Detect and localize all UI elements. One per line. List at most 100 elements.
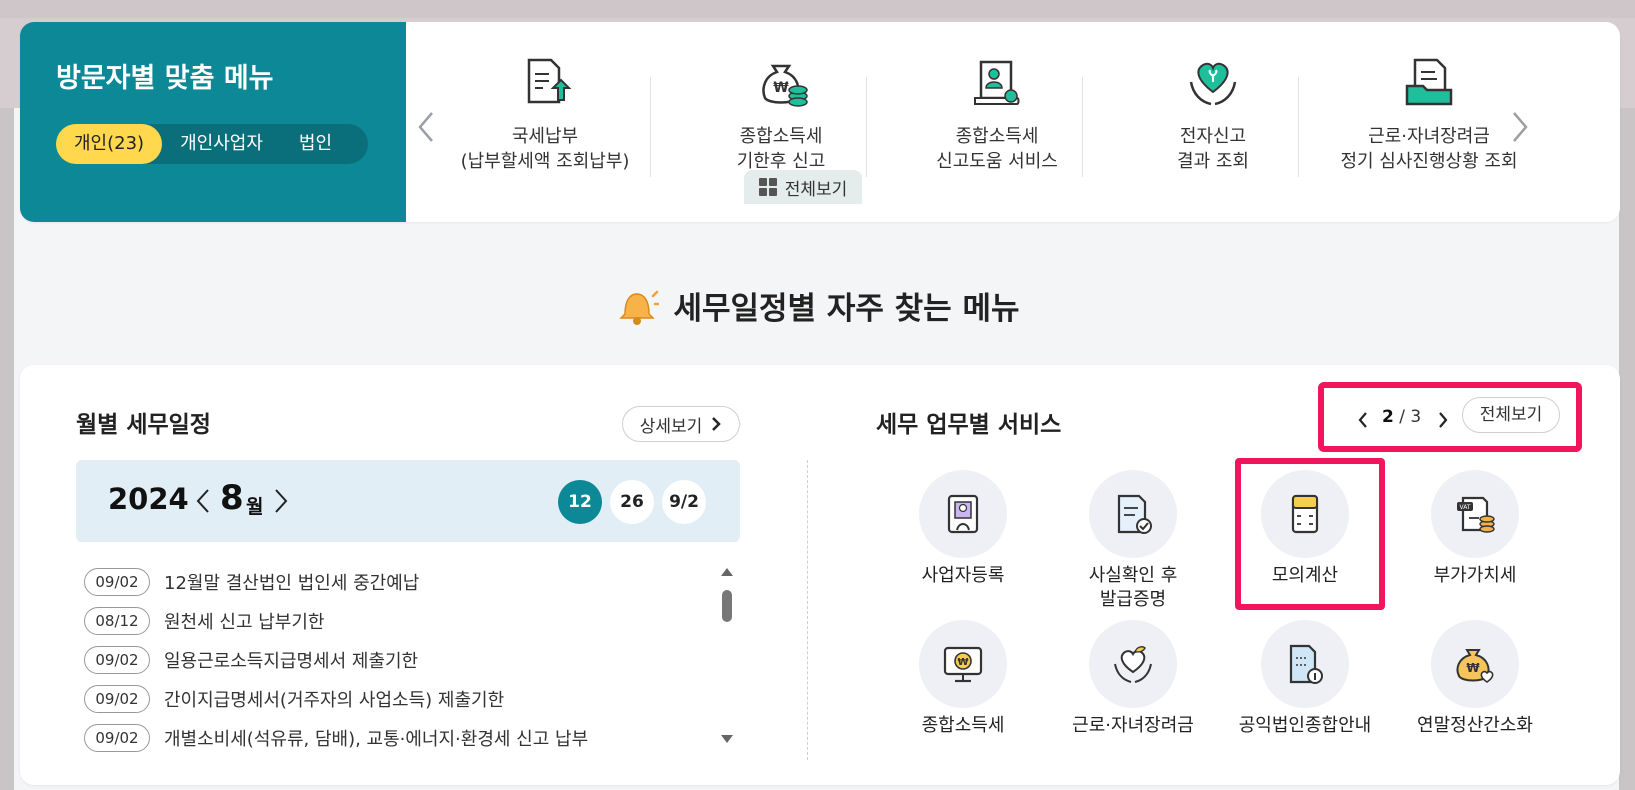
schedule-item[interactable]: 09/02 개별소비세(석유류, 담배), 교통·에너지·환경세 신고 납부 [84, 718, 724, 757]
svg-text:₩: ₩ [773, 80, 789, 96]
service-label: 부가가치세 [1433, 565, 1517, 586]
schedule-scrollbar[interactable] [720, 568, 734, 743]
monthly-schedule-title: 월별 세무일정 [76, 412, 211, 438]
schedule-date: 09/02 [84, 723, 150, 752]
quick-item-line2: 정기 심사진행상황 조회 [1340, 151, 1518, 172]
services-pager: 2 / 3 전체보기 [1318, 382, 1582, 452]
quick-item-line1: 근로·자녀장려금 [1368, 126, 1490, 147]
highlight-box-mock-calculation [1235, 458, 1385, 610]
schedule-date: 09/02 [84, 567, 150, 596]
svg-text:₩: ₩ [1466, 661, 1480, 675]
schedule-text: 일용근로소득지급명세서 제출기한 [164, 650, 419, 672]
year-label: 2024 [108, 482, 189, 516]
certificate-check-icon [1117, 494, 1152, 534]
scroll-up-icon[interactable] [721, 568, 733, 576]
document-upload-icon [527, 58, 572, 104]
quick-item-line1: 전자신고 [1179, 126, 1247, 147]
tab-individual[interactable]: 개인(23) [56, 124, 163, 164]
page-indicator: 2 / 3 [1382, 407, 1421, 427]
grid-icon [758, 178, 777, 196]
detail-view-label: 상세보기 [639, 416, 703, 437]
quick-item-line2: 신고도움 서비스 [936, 151, 1058, 172]
scroll-down-icon[interactable] [721, 735, 733, 743]
bell-icon [619, 290, 660, 325]
tab-sole-proprietor[interactable]: 개인사업자 [162, 124, 281, 164]
service-label-line2: 발급증명 [1099, 589, 1167, 610]
service-label: 연말정산간소화 [1417, 715, 1533, 736]
day-chip-9-2[interactable]: 9/2 [662, 480, 706, 524]
tab-corporation[interactable]: 법인 [281, 124, 350, 164]
schedule-item[interactable]: 09/02 일용근로소득지급명세서 제출기한 [84, 640, 724, 679]
services-title: 세무 업무별 서비스 [876, 412, 1062, 438]
quick-item-tax-payment[interactable]: 국세납부 (납부할세액 조회납부) [432, 52, 658, 202]
service-vat[interactable]: VAT 부가가치세 [1400, 470, 1550, 588]
services-next-button[interactable] [1436, 410, 1450, 430]
service-incentive[interactable]: 근로·자녀장려금 [1058, 620, 1208, 738]
quick-item-e-filing-result[interactable]: 전자신고결과 조회 [1100, 52, 1326, 202]
chevron-right-icon [712, 417, 722, 431]
schedule-text: 개별소비세(석유류, 담배), 교통·에너지·환경세 신고 납부 [164, 728, 589, 750]
heart-hands-icon [1189, 62, 1237, 106]
section-title: 세무일정별 자주 찾는 메뉴 [673, 291, 1020, 327]
schedule-date: 09/02 [84, 684, 150, 713]
services-prev-button[interactable] [1356, 410, 1370, 430]
heart-sprout-hands-icon [1114, 646, 1152, 683]
svg-text:₩: ₩ [957, 657, 968, 668]
service-label: 공익법인종합안내 [1238, 715, 1372, 736]
page-total: 3 [1410, 407, 1422, 427]
quick-item-line2: 결과 조회 [1177, 151, 1249, 172]
service-label: 종합소득세 [921, 715, 1005, 736]
section-heading: 세무일정별 자주 찾는 메뉴 [0, 283, 1635, 328]
certificate-scroll-icon [974, 60, 1020, 105]
divider [1298, 77, 1299, 177]
folder-document-icon [1405, 58, 1453, 106]
month-unit: 월 [246, 496, 264, 518]
schedule-item[interactable]: 09/02 간이지급명세서(거주자의 사업소득) 제출기한 [84, 679, 724, 718]
quick-item-line1: 종합소득세 [955, 126, 1039, 147]
service-public-corp-guide[interactable]: 공익법인종합안내 [1230, 620, 1380, 738]
service-business-registration[interactable]: 사업자등록 [888, 470, 1038, 588]
service-global-income-tax[interactable]: ₩ 종합소득세 [888, 620, 1038, 738]
schedule-text: 간이지급명세서(거주자의 사업소득) 제출기한 [164, 689, 505, 711]
svg-text:VAT: VAT [1459, 504, 1470, 511]
services-view-all-button[interactable]: 전체보기 [1462, 397, 1560, 433]
quick-item-filing-help[interactable]: 종합소득세신고도움 서비스 [884, 52, 1110, 202]
day-chip-26[interactable]: 26 [610, 480, 654, 524]
service-year-end-settlement[interactable]: ₩ 연말정산간소화 [1400, 620, 1550, 738]
divider [1082, 77, 1083, 177]
quick-menu-view-all-tab[interactable]: 전체보기 [744, 170, 862, 204]
schedule-date: 08/12 [84, 606, 150, 635]
view-all-label: 전체보기 [784, 179, 848, 200]
quick-item-line1: 종합소득세 [739, 126, 823, 147]
month-selector: 2024 8 월 12 26 9/2 [76, 460, 740, 542]
schedule-item[interactable]: 09/02 12월말 결산법인 법인세 중간예납 [84, 562, 724, 601]
money-bag-coins-icon: ₩ [762, 64, 808, 107]
monitor-won-icon: ₩ [943, 646, 983, 683]
month-next-button[interactable] [272, 486, 290, 516]
business-registration-icon [947, 494, 979, 534]
schedule-item[interactable]: 08/12 원천세 신고 납부기한 [84, 601, 724, 640]
vat-coins-icon: VAT [1457, 496, 1495, 533]
schedule-text: 원천세 신고 납부기한 [164, 611, 325, 633]
schedule-text: 12월말 결산법인 법인세 중간예납 [164, 572, 420, 594]
service-label-line1: 사실확인 후 [1088, 565, 1178, 586]
page-separator: / [1399, 407, 1405, 427]
divider [866, 77, 867, 177]
scroll-thumb[interactable] [722, 590, 732, 622]
month-prev-button[interactable] [194, 486, 212, 516]
day-chip-12[interactable]: 12 [558, 480, 602, 524]
service-label: 사업자등록 [921, 565, 1005, 586]
quick-item-line1: 국세납부 [511, 126, 579, 147]
service-fact-certificate[interactable]: 사실확인 후발급증명 [1058, 470, 1208, 612]
visitor-type-tabs: 개인(23) 개인사업자 법인 [56, 124, 368, 164]
detail-view-button[interactable]: 상세보기 [622, 406, 740, 442]
visitor-menu-header: 방문자별 맞춤 메뉴 개인(23) 개인사업자 법인 [20, 22, 406, 222]
panel-divider [807, 460, 808, 760]
month-number: 8 [220, 478, 244, 518]
quick-item-line2: (납부할세액 조회납부) [460, 151, 630, 172]
service-label: 근로·자녀장려금 [1072, 715, 1194, 736]
page-current: 2 [1382, 407, 1394, 427]
quick-item-incentive-review[interactable]: 근로·자녀장려금정기 심사진행상황 조회 [1316, 52, 1542, 202]
schedule-date: 09/02 [84, 645, 150, 674]
money-bag-heart-icon: ₩ [1456, 649, 1494, 683]
